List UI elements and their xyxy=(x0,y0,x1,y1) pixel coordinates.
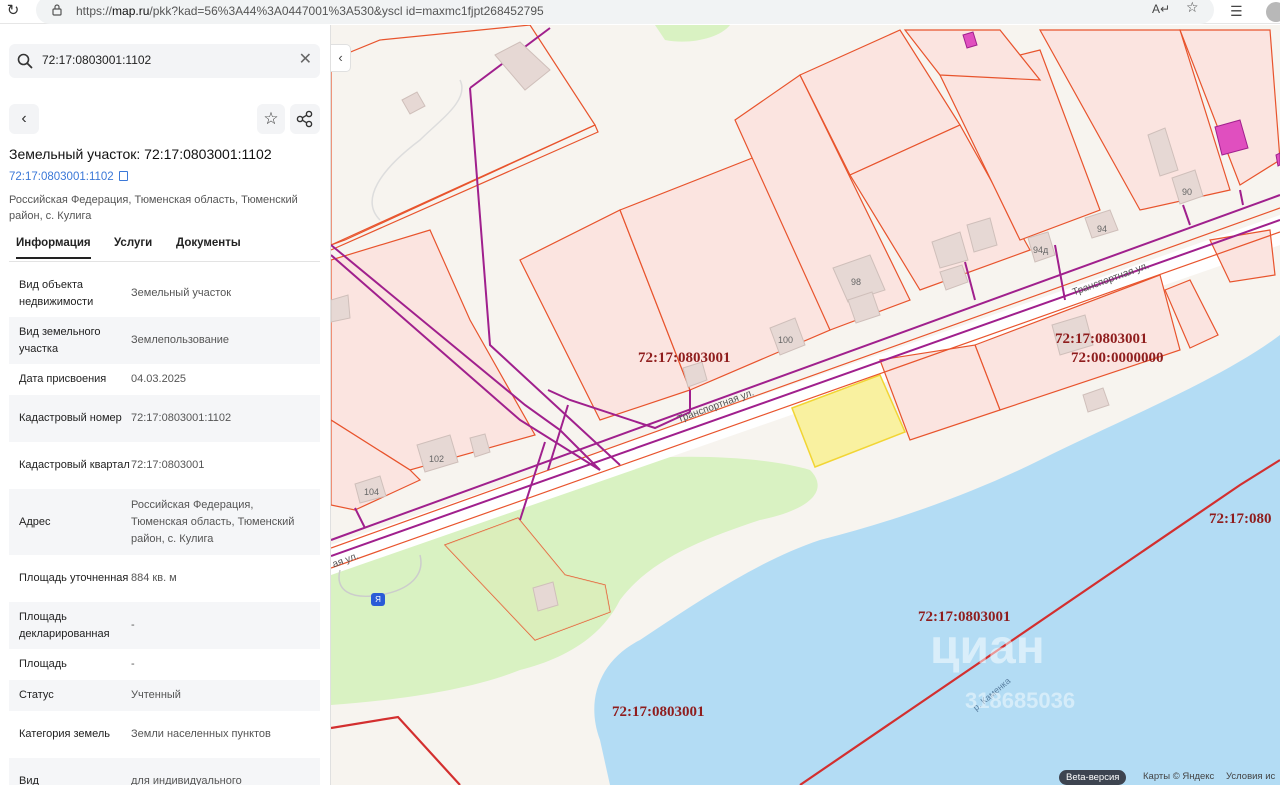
house-number: 104 xyxy=(364,487,380,497)
watermark-logo: циан xyxy=(930,621,1045,674)
copy-icon[interactable] xyxy=(118,171,128,181)
house-number: 102 xyxy=(429,454,445,464)
watermark-id: 318685036 xyxy=(965,688,1076,713)
tab-information[interactable]: Информация xyxy=(16,237,91,259)
back-button[interactable]: ‹ xyxy=(9,104,39,134)
share-button[interactable] xyxy=(290,104,320,134)
table-row: Кадастровый квартал 72:17:0803001 xyxy=(19,459,205,471)
table-row: Категория земель Земли населенных пунктов xyxy=(19,728,271,740)
info-table: Вид объекта недвижимости Земельный участо… xyxy=(9,270,320,785)
search-icon xyxy=(17,53,33,69)
cadastral-map[interactable]: 72:17:0803001 72:17:0803001 72:00:000000… xyxy=(331,25,1280,785)
chevron-left-icon: ‹ xyxy=(338,50,343,65)
favorite-button[interactable]: ☆ xyxy=(257,104,285,134)
cadastral-label: 72:17:0803001 xyxy=(612,704,705,720)
close-icon[interactable]: ✕ xyxy=(299,51,312,69)
tab-services[interactable]: Услуги xyxy=(114,237,152,249)
terms-link[interactable]: Условия ис xyxy=(1226,771,1275,782)
table-row: Вид объекта недвижимости Земельный участо… xyxy=(19,278,232,308)
share-icon xyxy=(296,110,313,128)
favorites-icon[interactable]: ☰ xyxy=(1230,3,1243,19)
table-row: Площадь уточненная 884 кв. м xyxy=(19,572,177,584)
tab-bar: Информация Услуги Документы xyxy=(9,235,320,262)
table-row: Статус Учтенный xyxy=(9,680,320,711)
cadastral-label: 72:17:0803001 xyxy=(638,350,731,366)
read-aloud-icon[interactable]: A↵ xyxy=(1152,1,1170,17)
house-number: 94 xyxy=(1097,224,1108,234)
browser-toolbar: ↻ https://map.ru/pkk?kad=56%3A44%3A04470… xyxy=(0,0,1280,24)
cadastral-label: 72:17:080 xyxy=(1209,511,1272,527)
table-row: Площадь декларированная - xyxy=(9,602,320,649)
house-number: 90 xyxy=(1182,187,1193,197)
collapse-panel-button[interactable]: ‹ xyxy=(331,44,351,72)
table-row: Вид для индивидуального xyxy=(9,758,320,785)
object-title: Земельный участок: 72:17:0803001:1102 xyxy=(9,146,272,162)
table-row: Адрес Российская Федерация, Тюменская обл… xyxy=(9,489,320,555)
cadastral-link[interactable]: 72:17:0803001:1102 xyxy=(9,171,128,183)
map-canvas[interactable] xyxy=(331,25,1280,785)
cadastral-label: 72:00:0000000 xyxy=(1071,350,1164,366)
lock-icon xyxy=(52,4,62,16)
object-address: Российская Федерация, Тюменская область,… xyxy=(9,194,298,222)
cadastral-label: 72:17:0803001 xyxy=(1055,331,1148,347)
star-icon: ☆ xyxy=(263,109,279,128)
house-number: 94д xyxy=(1033,245,1049,255)
house-number: 98 xyxy=(851,277,862,287)
star-icon[interactable]: ☆ xyxy=(1186,0,1199,15)
bus-stop-icon[interactable]: Я xyxy=(371,593,385,606)
park-area-top xyxy=(655,25,730,42)
beta-badge[interactable]: Beta-версия xyxy=(1059,770,1127,785)
table-row: Вид земельного участка Землепользование xyxy=(9,317,320,364)
house-number: 100 xyxy=(778,335,794,345)
table-row: Дата присвоения 04.03.2025 xyxy=(19,373,187,385)
info-panel: ✕ ‹ ☆ Земельный участок: 72:17:0803001:1… xyxy=(0,25,331,785)
tab-documents[interactable]: Документы xyxy=(176,237,241,249)
table-row: Кадастровый номер 72:17:0803001:1102 xyxy=(9,395,320,442)
search-input[interactable] xyxy=(42,53,282,67)
table-row: Площадь - xyxy=(19,658,135,670)
yandex-maps-link[interactable]: Карты © Яндекс xyxy=(1143,771,1214,782)
url-text: https://map.ru/pkk?kad=56%3A44%3A0447001… xyxy=(76,4,544,18)
search-box: ✕ xyxy=(9,44,320,78)
reload-icon[interactable]: ↻ xyxy=(4,2,22,20)
avatar[interactable] xyxy=(1266,2,1280,22)
chevron-left-icon: ‹ xyxy=(21,110,27,127)
address-bar[interactable]: https://map.ru/pkk?kad=56%3A44%3A0447001… xyxy=(36,0,1214,24)
